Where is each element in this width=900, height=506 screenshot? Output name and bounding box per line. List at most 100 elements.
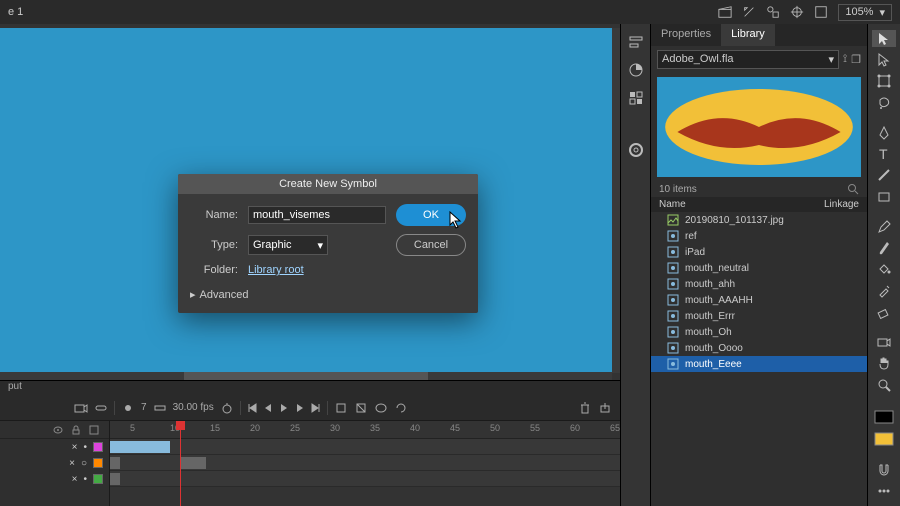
library-item[interactable]: mouth_Oooo — [651, 340, 867, 356]
playhead[interactable] — [180, 421, 181, 506]
library-item[interactable]: mouth_Oh — [651, 324, 867, 340]
camera-tool-icon[interactable] — [872, 333, 896, 350]
line-tool-icon[interactable] — [872, 167, 896, 184]
paint-bucket-icon[interactable] — [872, 261, 896, 278]
chevron-right-icon: ▸ — [190, 288, 196, 301]
outline-header-icon[interactable] — [89, 425, 99, 435]
stroke-swatch[interactable] — [872, 409, 896, 426]
layer-row[interactable]: ×• — [0, 439, 109, 455]
rectangle-tool-icon[interactable] — [872, 188, 896, 205]
selection-tool-icon[interactable] — [872, 30, 896, 47]
fit-icon[interactable] — [814, 5, 828, 19]
folder-link[interactable]: Library root — [248, 264, 304, 276]
eyedropper-icon[interactable] — [872, 282, 896, 299]
play-icon[interactable] — [279, 403, 289, 413]
timeline-tab[interactable]: put — [0, 381, 620, 395]
track[interactable] — [110, 439, 620, 455]
pen-tool-icon[interactable] — [872, 124, 896, 141]
advanced-toggle[interactable]: ▸Advanced — [190, 284, 466, 301]
span-icon[interactable] — [153, 401, 167, 415]
camera-icon[interactable] — [74, 401, 88, 415]
library-item[interactable]: mouth_ahh — [651, 276, 867, 292]
edit-scene-icon[interactable] — [742, 5, 756, 19]
layer-link-icon[interactable] — [94, 401, 108, 415]
chevron-down-icon: ▾ — [879, 6, 885, 19]
name-input[interactable] — [248, 206, 386, 224]
subselection-tool-icon[interactable] — [872, 51, 896, 68]
library-item-label: 20190810_101137.jpg — [685, 215, 784, 226]
library-item[interactable]: mouth_neutral — [651, 260, 867, 276]
zoom-select[interactable]: 105%▾ — [838, 4, 892, 21]
center-icon[interactable] — [790, 5, 804, 19]
graphic-symbol-icon — [667, 342, 679, 354]
color-panel-icon[interactable] — [624, 58, 648, 82]
prev-frame-icon[interactable] — [263, 403, 273, 413]
remove-frame-icon[interactable] — [354, 401, 368, 415]
lock-header-icon[interactable] — [71, 425, 81, 435]
ok-button[interactable]: OK — [396, 204, 466, 226]
next-frame-icon[interactable] — [295, 403, 305, 413]
ruler-tick: 15 — [210, 423, 220, 433]
lasso-tool-icon[interactable] — [872, 94, 896, 111]
last-frame-icon[interactable] — [311, 403, 321, 413]
text-tool-icon[interactable]: T — [872, 145, 896, 162]
vertical-scrollbar[interactable] — [612, 28, 620, 373]
timeline-tracks[interactable]: 510152025303540455055606570 — [110, 421, 620, 506]
stopwatch-icon[interactable] — [220, 401, 234, 415]
eraser-tool-icon[interactable] — [872, 303, 896, 320]
library-item[interactable]: mouth_Errr — [651, 308, 867, 324]
first-frame-icon[interactable] — [247, 403, 257, 413]
type-label: Type: — [190, 239, 238, 251]
clapper-icon[interactable] — [718, 5, 732, 19]
pencil-tool-icon[interactable] — [872, 218, 896, 235]
new-layer-icon[interactable] — [598, 401, 612, 415]
hand-tool-icon[interactable] — [872, 355, 896, 372]
zoom-tool-icon[interactable] — [872, 376, 896, 393]
symbols-icon[interactable] — [766, 5, 780, 19]
options-icon[interactable] — [872, 483, 896, 500]
visibility-header-icon[interactable] — [53, 425, 63, 435]
stage[interactable]: Create New Symbol Name: OK Type: Graphic… — [0, 24, 620, 380]
trash-icon[interactable] — [578, 401, 592, 415]
library-item[interactable]: iPad — [651, 244, 867, 260]
insert-frame-icon[interactable] — [334, 401, 348, 415]
library-header[interactable]: Name Linkage — [651, 197, 867, 212]
snap-magnet-icon[interactable] — [872, 461, 896, 478]
fps-label: 30.00 fps — [173, 402, 214, 413]
new-panel-icon[interactable]: ❐ — [851, 53, 861, 66]
dialog-title: Create New Symbol — [178, 174, 478, 194]
align-panel-icon[interactable] — [624, 30, 648, 54]
library-item-label: mouth_neutral — [685, 263, 749, 274]
track[interactable] — [110, 471, 620, 487]
horizontal-scrollbar[interactable] — [0, 372, 612, 380]
library-item[interactable]: 20190810_101137.jpg — [651, 212, 867, 228]
free-transform-icon[interactable] — [872, 73, 896, 90]
graphic-symbol-icon — [667, 326, 679, 338]
library-item[interactable]: ref — [651, 228, 867, 244]
folder-label: Folder: — [190, 264, 238, 276]
onion-skin-icon[interactable] — [374, 401, 388, 415]
library-tab[interactable]: Library — [721, 24, 775, 46]
search-icon[interactable] — [847, 183, 859, 195]
cc-libraries-icon[interactable] — [624, 138, 648, 162]
frame-number: 7 — [141, 402, 147, 413]
cancel-button[interactable]: Cancel — [396, 234, 466, 256]
layer-row[interactable]: ×• — [0, 471, 109, 487]
swatches-panel-icon[interactable] — [624, 86, 648, 110]
loop-icon[interactable] — [394, 401, 408, 415]
timeline-ruler[interactable]: 510152025303540455055606570 — [110, 421, 620, 439]
scene-tab[interactable]: e 1 — [8, 6, 23, 18]
keyframe-icon[interactable] — [121, 401, 135, 415]
library-item[interactable]: mouth_Eeee — [651, 356, 867, 372]
layer-row[interactable]: ×○ — [0, 455, 109, 471]
fill-swatch[interactable] — [872, 430, 896, 447]
svg-text:T: T — [879, 146, 888, 162]
type-select[interactable]: Graphic▾ — [248, 235, 328, 255]
brush-tool-icon[interactable] — [872, 239, 896, 256]
document-select[interactable]: Adobe_Owl.fla▾ — [657, 50, 839, 69]
bitmap-icon — [667, 214, 679, 226]
properties-tab[interactable]: Properties — [651, 24, 721, 46]
track[interactable] — [110, 455, 620, 471]
library-item[interactable]: mouth_AAAHH — [651, 292, 867, 308]
pin-icon[interactable]: ⟟ — [843, 53, 847, 66]
